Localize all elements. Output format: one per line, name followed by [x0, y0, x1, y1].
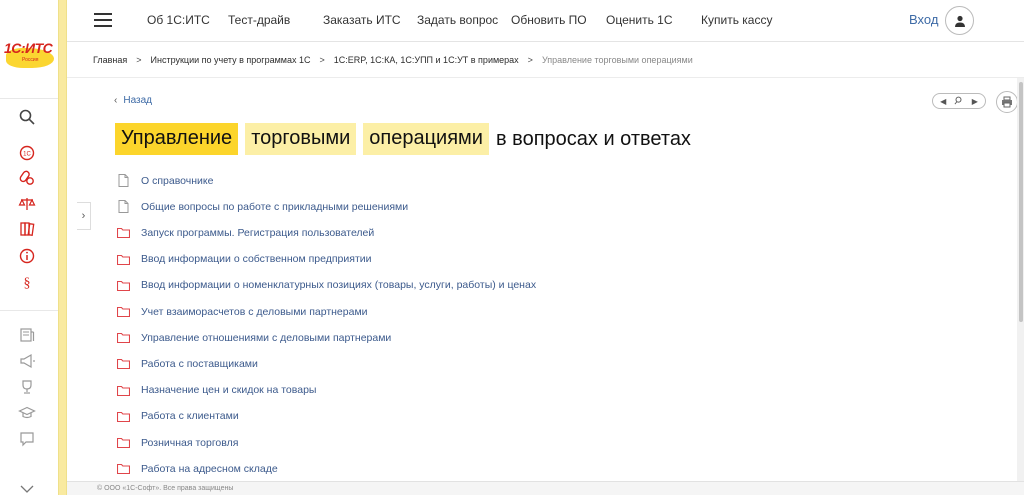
- login-link[interactable]: Вход: [909, 12, 938, 27]
- chevron-right-icon: >: [527, 55, 533, 65]
- expand-panel-button[interactable]: ›: [77, 202, 91, 230]
- breadcrumb-item[interactable]: 1С:ERP, 1С:КА, 1С:УПП и 1С:УТ в примерах: [334, 55, 519, 65]
- nav-ask-question[interactable]: Задать вопрос: [417, 13, 498, 27]
- list-item[interactable]: Запуск программы. Регистрация пользовате…: [117, 226, 374, 239]
- folder-icon: [117, 305, 130, 318]
- folder-icon: [117, 462, 130, 475]
- title-tail: в вопросах и ответах: [495, 127, 691, 150]
- section-sign-icon[interactable]: §: [17, 272, 37, 292]
- print-button[interactable]: [996, 91, 1018, 113]
- list-item-label: Учет взаиморасчетов с деловыми партнерам…: [141, 305, 368, 318]
- megaphone-icon[interactable]: [17, 351, 37, 371]
- folder-icon: [117, 384, 130, 397]
- svg-text:§: §: [24, 276, 31, 291]
- left-rail: 1С:ИТС Россия 1С §: [0, 0, 60, 495]
- scales-icon[interactable]: [17, 194, 37, 214]
- folder-icon: [117, 226, 130, 239]
- chevron-right-icon: ›: [81, 210, 86, 222]
- list-item[interactable]: Розничная торговля: [117, 436, 238, 449]
- menu-icon[interactable]: [94, 13, 112, 27]
- list-item-label: Общие вопросы по работе с прикладными ре…: [141, 200, 409, 213]
- folder-icon: [117, 253, 130, 266]
- copyright-text: © ООО «1С-Софт». Все права защищены: [97, 485, 234, 492]
- prev-page-icon[interactable]: ◀: [940, 97, 946, 106]
- list-item-label: Работа с клиентами: [141, 410, 239, 423]
- list-item[interactable]: О справочнике: [117, 174, 213, 187]
- folder-icon: [117, 279, 130, 292]
- title-word-highlight: операциями: [363, 123, 489, 155]
- 1c-icon[interactable]: 1С: [17, 143, 37, 163]
- nav-about-its[interactable]: Об 1С:ИТС: [147, 13, 210, 27]
- list-item[interactable]: Назначение цен и скидок на товары: [117, 384, 316, 397]
- its-logo[interactable]: 1С:ИТС Россия: [4, 38, 56, 68]
- folder-icon: [117, 357, 130, 370]
- chat-icon[interactable]: [17, 429, 37, 449]
- logo-subtext: Россия: [22, 57, 39, 63]
- info-icon[interactable]: [17, 246, 37, 266]
- graduation-cap-icon[interactable]: [17, 403, 37, 423]
- breadcrumb-item[interactable]: Инструкции по учету в программах 1С: [151, 55, 311, 65]
- breadcrumb-item[interactable]: Главная: [93, 55, 127, 65]
- list-item[interactable]: Общие вопросы по работе с прикладными ре…: [117, 200, 409, 214]
- pills-icon[interactable]: [17, 168, 37, 188]
- user-avatar[interactable]: [945, 6, 974, 35]
- books-icon[interactable]: [17, 219, 37, 239]
- list-item-label: Работа на адресном складе: [141, 462, 278, 475]
- nav-update-software[interactable]: Обновить ПО: [511, 13, 587, 27]
- chevron-left-icon: ‹: [114, 95, 118, 106]
- list-item[interactable]: Учет взаиморасчетов с деловыми партнерам…: [117, 305, 368, 318]
- back-link[interactable]: ‹ Назад: [114, 95, 152, 106]
- user-icon: [954, 15, 965, 27]
- scrollbar-thumb[interactable]: [1019, 82, 1023, 322]
- news-icon[interactable]: [17, 325, 37, 345]
- folder-icon: [117, 436, 130, 449]
- search-in-page-icon[interactable]: [954, 96, 963, 107]
- trophy-icon[interactable]: [17, 377, 37, 397]
- list-item-label: Назначение цен и скидок на товары: [141, 384, 317, 397]
- footer: © ООО «1С-Софт». Все права защищены: [67, 481, 1024, 495]
- list-item[interactable]: Ввод информации о номенклатурных позиция…: [117, 279, 536, 292]
- nav-buy-register[interactable]: Купить кассу: [701, 13, 772, 27]
- list-item[interactable]: Работа на адресном складе: [117, 462, 278, 475]
- title-word-highlight: торговыми: [245, 123, 357, 155]
- chevron-down-icon[interactable]: [17, 479, 37, 495]
- document-icon: [117, 174, 130, 187]
- chevron-right-icon: >: [319, 55, 325, 65]
- list-item-label: Управление отношениями с деловыми партне…: [141, 331, 392, 344]
- breadcrumb-divider: [67, 77, 1024, 78]
- list-item-label: Розничная торговля: [141, 436, 239, 449]
- document-icon: [117, 200, 130, 214]
- page-title: Управление торговыми операциями в вопрос…: [115, 123, 691, 155]
- list-item-label: О справочнике: [141, 174, 214, 187]
- search-icon[interactable]: [17, 107, 37, 127]
- rail-stripe: [58, 0, 67, 495]
- app-root: 1С:ИТС Россия 1С § › Об 1С:ИТС Тест-драй…: [0, 0, 1024, 495]
- list-item[interactable]: Ввод информации о собственном предприяти…: [117, 253, 372, 266]
- rail-divider: [0, 310, 58, 311]
- list-item[interactable]: Работа с клиентами: [117, 410, 239, 423]
- nav-rate-1c[interactable]: Оценить 1С: [606, 13, 673, 27]
- list-item-label: Запуск программы. Регистрация пользовате…: [141, 226, 375, 239]
- back-label: Назад: [123, 95, 152, 106]
- printer-icon: [1002, 96, 1012, 108]
- next-page-icon[interactable]: ▶: [972, 97, 978, 106]
- top-navbar: Об 1С:ИТС Тест-драйв Заказать ИТС Задать…: [67, 0, 1024, 42]
- svg-text:1С: 1С: [23, 152, 31, 158]
- rail-divider: [0, 98, 58, 99]
- list-item-label: Ввод информации о собственном предприяти…: [141, 253, 372, 266]
- breadcrumb: Главная > Инструкции по учету в программ…: [93, 55, 693, 65]
- folder-icon: [117, 331, 130, 344]
- list-item[interactable]: Работа с поставщиками: [117, 357, 258, 370]
- list-item-label: Ввод информации о номенклатурных позиция…: [141, 279, 537, 292]
- page-nav-control: ◀ ▶: [932, 93, 986, 109]
- logo-text: 1С:ИТС: [4, 40, 53, 56]
- chevron-right-icon: >: [136, 55, 142, 65]
- nav-order-its[interactable]: Заказать ИТС: [323, 13, 401, 27]
- breadcrumb-current: Управление торговыми операциями: [541, 55, 693, 65]
- list-item[interactable]: Управление отношениями с деловыми партне…: [117, 331, 391, 344]
- title-word-highlight: Управление: [115, 123, 239, 155]
- folder-icon: [117, 410, 130, 423]
- list-item-label: Работа с поставщиками: [141, 357, 258, 370]
- nav-test-drive[interactable]: Тест-драйв: [228, 13, 290, 27]
